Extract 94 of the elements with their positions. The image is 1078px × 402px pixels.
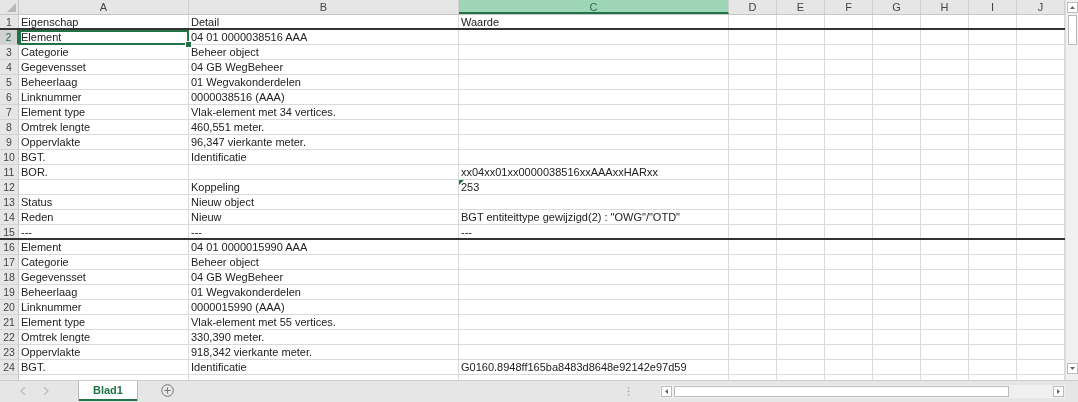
- table-cell-text: BGT.: [20, 150, 47, 165]
- table-cell-text: G0160.8948ff165ba8483d8648e92142e97d59: [460, 360, 688, 375]
- table-cell-text: 96,347 vierkante meter.: [190, 135, 307, 150]
- row-number[interactable]: 18: [0, 270, 19, 285]
- row-number[interactable]: 11: [0, 165, 19, 180]
- table-cell-text: Categorie: [20, 45, 70, 60]
- row-number[interactable]: 21: [0, 315, 19, 330]
- row-number[interactable]: 16: [0, 240, 19, 255]
- scroll-right-icon[interactable]: [1053, 386, 1064, 397]
- table-cell-text: Element: [20, 240, 63, 255]
- sheet-tab[interactable]: Blad1: [79, 381, 137, 401]
- table-cell-text: 0000038516 (AAA): [190, 90, 286, 105]
- splitter-handle-icon[interactable]: [627, 387, 630, 396]
- row-number[interactable]: 23: [0, 345, 19, 360]
- table-cell-text: 460,551 meter.: [190, 120, 266, 135]
- table-cell: Element: [19, 30, 189, 45]
- table-cell-text: ---: [20, 225, 33, 238]
- table-cell-text: BGT.: [20, 360, 47, 375]
- column-header[interactable]: G: [873, 0, 921, 14]
- scroll-down-icon[interactable]: [1066, 363, 1078, 374]
- row-number[interactable]: 13: [0, 195, 19, 210]
- table-cell-text: 01 Wegvakonderdelen: [190, 285, 302, 300]
- table-cell-text: Linknummer: [20, 90, 83, 105]
- table-cell-text: Omtrek lengte: [20, 330, 92, 345]
- table-cell-text: Oppervlakte: [20, 345, 82, 360]
- table-cell-text: xx04xx01xx0000038516xxAAAxxHARxx: [460, 165, 659, 180]
- table-cell-text: Waarde: [460, 15, 501, 28]
- row-number[interactable]: 12: [0, 180, 19, 195]
- table-cell-text: Nieuw: [190, 210, 223, 225]
- row-number[interactable]: 10: [0, 150, 19, 165]
- scrollbar-thumb[interactable]: [674, 386, 1009, 397]
- column-header[interactable]: C: [459, 0, 729, 14]
- table-cell-text: 0000015990 (AAA): [190, 300, 286, 315]
- table-cell-text: Element type: [20, 315, 87, 330]
- table-cell-text: Detail: [190, 15, 221, 28]
- next-sheet-icon[interactable]: [43, 387, 49, 395]
- column-header[interactable]: D: [729, 0, 777, 14]
- table-cell-text: Status: [20, 195, 54, 210]
- row-number[interactable]: 17: [0, 255, 19, 270]
- table-cell-text: Gegevensset: [20, 270, 87, 285]
- previous-sheet-icon[interactable]: [20, 387, 26, 395]
- table-cell-text: 918,342 vierkante meter.: [190, 345, 314, 360]
- column-header[interactable]: I: [969, 0, 1017, 14]
- table-cell-text: Beheer object: [190, 255, 260, 270]
- table-cell-text: Eigenschap: [20, 15, 80, 28]
- table-cell-text: Reden: [20, 210, 55, 225]
- add-sheet-icon[interactable]: [160, 384, 174, 397]
- row-number[interactable]: 6: [0, 90, 19, 105]
- table-cell-text: Beheerlaag: [20, 75, 79, 90]
- table-cell-text: 330,390 meter.: [190, 330, 266, 345]
- row-number[interactable]: 22: [0, 330, 19, 345]
- table-cell-text: Koppeling: [190, 180, 241, 195]
- table-cell-text: 04 GB WegBeheer: [190, 60, 285, 75]
- table-cell-text: Linknummer: [20, 300, 83, 315]
- scroll-left-icon[interactable]: [661, 386, 672, 397]
- table-cell-text: Gegevensset: [20, 60, 87, 75]
- table-cell-text: Omtrek lengte: [20, 120, 92, 135]
- table-cell-text: Oppervlakte: [20, 135, 82, 150]
- table-cell-text: 04 01 0000038516 AAA: [190, 30, 309, 45]
- row-number[interactable]: 24: [0, 360, 19, 375]
- table-cell-text: Identificatie: [190, 150, 248, 165]
- column-header[interactable]: E: [777, 0, 825, 14]
- row-number[interactable]: 20: [0, 300, 19, 315]
- table-cell: 253: [459, 180, 729, 195]
- table-cell-text: Vlak-element met 55 vertices.: [190, 315, 337, 330]
- table-cell-text: 01 Wegvakonderdelen: [190, 75, 302, 90]
- column-header[interactable]: A: [19, 0, 189, 14]
- scrollbar-thumb[interactable]: [1067, 15, 1077, 45]
- table-cell-text: Beheer object: [190, 45, 260, 60]
- table-cell-text: Categorie: [20, 255, 70, 270]
- table-cell-text: BGT entiteittype gewijzigd(2) : "OWG"/"OTD": [460, 210, 681, 225]
- scroll-up-icon[interactable]: [1066, 2, 1078, 13]
- row-number[interactable]: 8: [0, 120, 19, 135]
- row-number[interactable]: 7: [0, 105, 19, 120]
- select-all-icon[interactable]: [7, 3, 16, 12]
- column-header[interactable]: H: [921, 0, 969, 14]
- table-cell-text: Identificatie: [190, 360, 248, 375]
- row-number[interactable]: 4: [0, 60, 19, 75]
- table-cell-text: Vlak-element met 34 vertices.: [190, 105, 337, 120]
- table-cell-text: Nieuw object: [190, 195, 255, 210]
- column-header[interactable]: F: [825, 0, 873, 14]
- table-cell-text: BOR.: [20, 165, 49, 180]
- row-number[interactable]: 9: [0, 135, 19, 150]
- table-cell-text: Beheerlaag: [20, 285, 79, 300]
- table-cell-text: ---: [190, 225, 203, 238]
- row-number[interactable]: 14: [0, 210, 19, 225]
- row-number[interactable]: 3: [0, 45, 19, 60]
- table-cell-text: ---: [460, 225, 473, 238]
- row-number[interactable]: 2: [0, 30, 19, 45]
- table-cell-text: 04 01 0000015990 AAA: [190, 240, 309, 255]
- row-number[interactable]: 19: [0, 285, 19, 300]
- table-cell-text: 04 GB WegBeheer: [190, 270, 285, 285]
- row-number[interactable]: 5: [0, 75, 19, 90]
- table-cell-text: Element type: [20, 105, 87, 120]
